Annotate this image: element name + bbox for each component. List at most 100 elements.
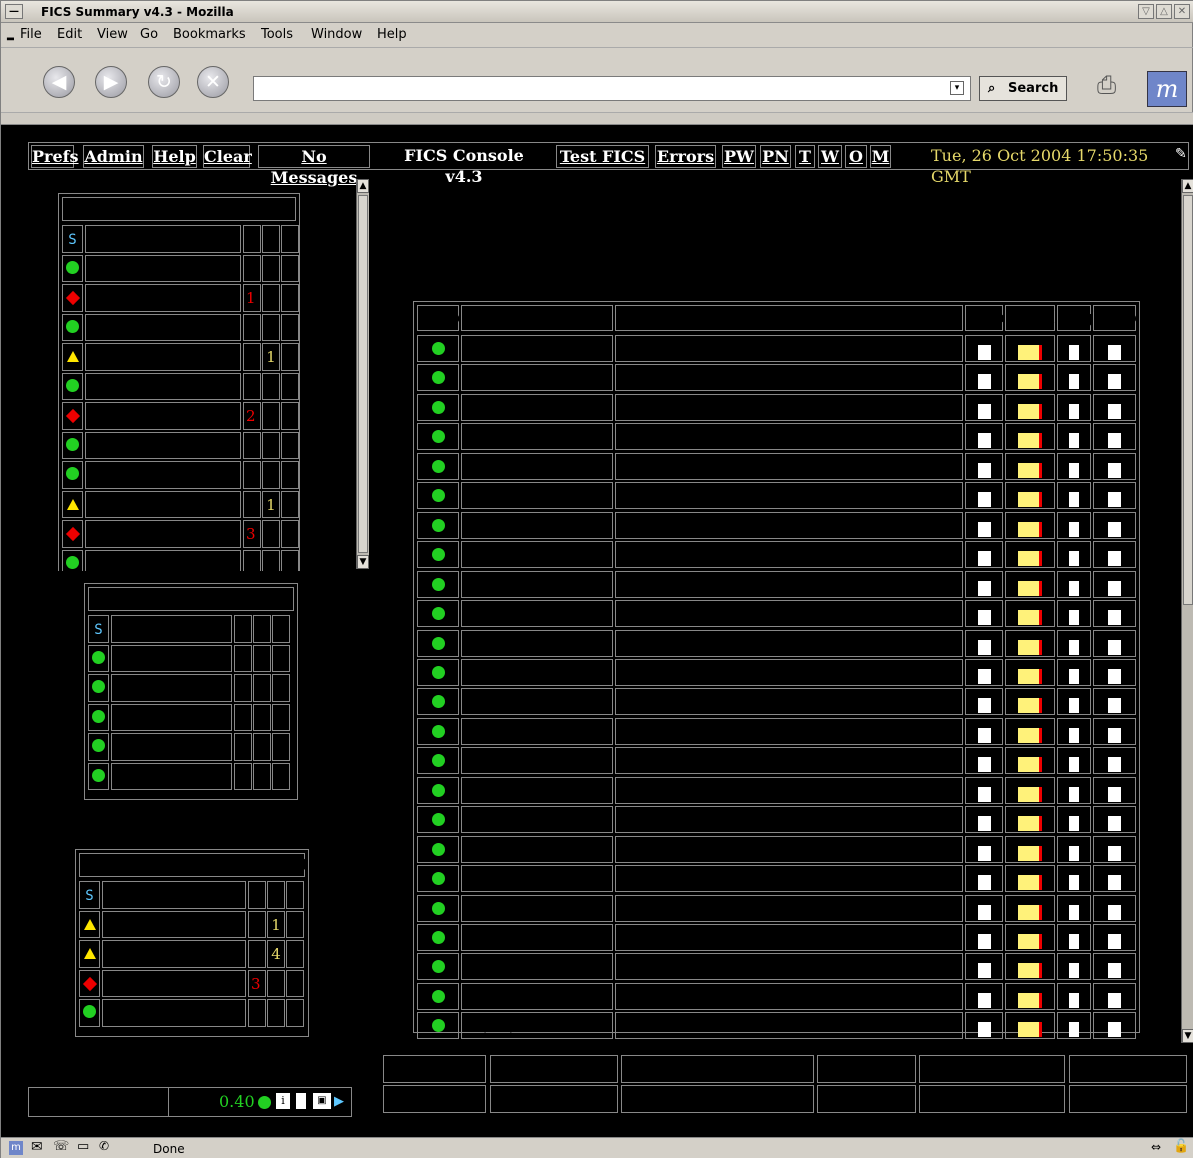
main-frame-scrollbar[interactable]: ▲ ▼: [1181, 179, 1193, 1043]
email-note-icon[interactable]: [1018, 639, 1042, 655]
menu-go[interactable]: Go: [140, 27, 158, 42]
log-icon[interactable]: [1069, 962, 1079, 978]
edit-pencil-icon[interactable]: ✎: [1175, 146, 1187, 162]
info-icon[interactable]: [977, 756, 991, 772]
nav-help[interactable]: Help: [152, 145, 197, 168]
info-icon[interactable]: [977, 432, 991, 448]
time-label[interactable]: Time: [53, 1088, 93, 1116]
info-icon[interactable]: [977, 904, 991, 920]
who-icon[interactable]: [1108, 403, 1121, 419]
who-icon[interactable]: [1108, 432, 1121, 448]
ldm-row-function[interactable]: External LDM: [111, 703, 232, 731]
menu-view[interactable]: View: [97, 27, 128, 42]
who-icon[interactable]: [1108, 697, 1121, 713]
info-icon[interactable]: [977, 639, 991, 655]
sys-row-function[interactable]: Disk Usage: [102, 940, 246, 968]
scroll-thumb[interactable]: [358, 195, 368, 553]
log-icon[interactable]: [1069, 462, 1079, 478]
print-icon[interactable]: ⎙: [1097, 71, 1131, 101]
nav-m[interactable]: M: [870, 145, 891, 168]
menu-window[interactable]: Window: [311, 27, 362, 42]
email-note-icon[interactable]: [1018, 845, 1042, 861]
data-row-function[interactable]: AWIPS Data Servers: [85, 520, 241, 548]
nav-no-messages[interactable]: No Messages: [258, 145, 370, 187]
sys-row-function[interactable]: Network: [102, 999, 246, 1027]
nav-pw[interactable]: PW: [722, 145, 756, 168]
ldm-row-function[interactable]: RTLDM2: [111, 674, 232, 702]
who-icon[interactable]: [1108, 550, 1121, 566]
link-ssg-calendar[interactable]: SSG Calendar: [490, 1085, 618, 1113]
log-icon[interactable]: [1069, 992, 1079, 1008]
who-icon[interactable]: [1108, 962, 1121, 978]
who-icon[interactable]: [1108, 815, 1121, 831]
email-note-icon[interactable]: [1018, 609, 1042, 625]
link-temp-mon[interactable]: Temp Mon: [1069, 1055, 1187, 1083]
info-icon[interactable]: [977, 491, 991, 507]
id-card-icon[interactable]: ▣: [313, 1093, 331, 1109]
data-row-function[interactable]: Public Point: [85, 313, 241, 341]
log-icon[interactable]: [1069, 668, 1079, 684]
main-scroll-down-icon[interactable]: ▼: [1182, 1029, 1193, 1043]
link-open-ssg-log-tix[interactable]: Open SSG Log Tix: [621, 1055, 814, 1083]
who-icon[interactable]: [1108, 373, 1121, 389]
email-note-icon[interactable]: [1018, 432, 1042, 448]
who-icon[interactable]: [1108, 1021, 1121, 1037]
info-icon[interactable]: [977, 727, 991, 743]
search-button[interactable]: ⌕ Search: [979, 76, 1067, 101]
link-scada-report[interactable]: Scada Report: [1069, 1085, 1187, 1113]
email-note-icon[interactable]: [1018, 1021, 1042, 1037]
who-icon[interactable]: [1108, 845, 1121, 861]
sys-row-function[interactable]: System Load: [102, 910, 246, 938]
data-row-function[interactable]: Data Sources: [85, 254, 241, 282]
nav-pn[interactable]: PN: [760, 145, 791, 168]
nav-o[interactable]: O: [845, 145, 867, 168]
log-icon[interactable]: [1069, 491, 1079, 507]
info-icon[interactable]: [977, 697, 991, 713]
ldm-row-function[interactable]: External LDM2: [111, 733, 232, 761]
composer-icon[interactable]: ▭: [77, 1139, 89, 1154]
who-icon[interactable]: [1108, 462, 1121, 478]
info-icon[interactable]: [977, 815, 991, 831]
info-icon[interactable]: [977, 550, 991, 566]
info-icon[interactable]: [977, 521, 991, 537]
log-icon[interactable]: [1069, 756, 1079, 772]
link-open-ssg-fslhelps[interactable]: Open SSG FSLHelps: [621, 1085, 814, 1113]
email-note-icon[interactable]: [1018, 992, 1042, 1008]
play-icon[interactable]: ▶: [334, 1088, 344, 1116]
log-icon[interactable]: [1069, 521, 1079, 537]
link-ssg-home[interactable]: SSG Home: [383, 1085, 486, 1113]
log-icon[interactable]: [1069, 344, 1079, 360]
ldm-row-function[interactable]: External LDM4: [111, 762, 232, 790]
nav-t[interactable]: T: [795, 145, 815, 168]
link-log-email-links[interactable]: Log/email Links: [919, 1055, 1065, 1083]
nav-clear[interactable]: Clear: [203, 145, 252, 168]
log-icon[interactable]: [296, 1093, 306, 1109]
log-icon[interactable]: [1069, 609, 1079, 625]
log-icon[interactable]: [1069, 727, 1079, 743]
log-icon[interactable]: [1069, 403, 1079, 419]
window-menu-icon[interactable]: —: [5, 4, 23, 19]
scroll-down-icon[interactable]: ▼: [357, 555, 369, 569]
data-panel-title[interactable]: Data: [108, 199, 150, 218]
nav-errors[interactable]: Errors: [655, 145, 716, 168]
nav-prefs[interactable]: Prefs: [31, 145, 79, 168]
link-ssg-docs[interactable]: SSG Docs: [383, 1055, 486, 1083]
log-icon[interactable]: [1069, 786, 1079, 802]
who-icon[interactable]: [1108, 521, 1121, 537]
info-icon[interactable]: [977, 373, 991, 389]
menu-tools[interactable]: Tools: [261, 27, 293, 42]
nav-w[interactable]: W: [818, 145, 842, 168]
info-icon[interactable]: [977, 344, 991, 360]
who-icon[interactable]: [1108, 904, 1121, 920]
log-icon[interactable]: [1069, 1021, 1079, 1037]
chat-icon[interactable]: ☏: [53, 1139, 69, 1154]
info-icon[interactable]: [977, 992, 991, 1008]
who-icon[interactable]: [1108, 491, 1121, 507]
menu-file[interactable]: File: [20, 27, 42, 42]
navigator-icon[interactable]: m: [9, 1141, 23, 1155]
who-icon[interactable]: [1108, 992, 1121, 1008]
who-icon[interactable]: [1108, 609, 1121, 625]
email-note-icon[interactable]: [1018, 550, 1042, 566]
info-icon[interactable]: [977, 403, 991, 419]
email-note-icon[interactable]: [1018, 815, 1042, 831]
